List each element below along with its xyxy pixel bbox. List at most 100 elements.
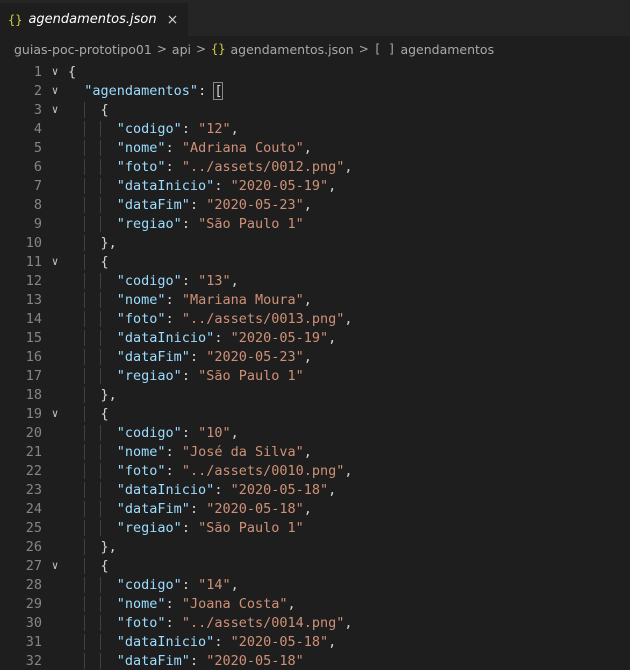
code-line[interactable]: 8 "dataFim": "2020-05-23", bbox=[0, 195, 630, 214]
breadcrumb-item-folder[interactable]: guias-poc-prototipo01 bbox=[14, 42, 152, 57]
json-punctuation: , bbox=[328, 633, 337, 650]
json-punctuation: , bbox=[303, 500, 312, 517]
json-key: "foto" bbox=[116, 158, 166, 175]
code-text: "dataFim": "2020-05-23", bbox=[68, 348, 312, 365]
fold-chevron-icon[interactable]: ∨ bbox=[42, 84, 68, 97]
json-punctuation: : bbox=[165, 139, 182, 156]
tab-agendamentos-json[interactable]: {} agendamentos.json × bbox=[0, 3, 189, 36]
code-line[interactable]: 27 ∨ { bbox=[0, 556, 630, 575]
indent-guide bbox=[84, 215, 86, 232]
json-punctuation: , bbox=[303, 291, 312, 308]
json-file-icon: {} bbox=[8, 12, 23, 27]
code-line[interactable]: 5 "nome": "Adriana Couto", bbox=[0, 138, 630, 157]
indent-guide bbox=[100, 633, 102, 650]
json-file-icon: {} bbox=[211, 42, 226, 56]
json-punctuation: , bbox=[344, 614, 353, 631]
code-text: }, bbox=[68, 234, 117, 251]
code-line[interactable]: 22 "foto": "../assets/0010.png", bbox=[0, 461, 630, 480]
json-punctuation: , bbox=[303, 348, 312, 365]
code-text: "foto": "../assets/0013.png", bbox=[68, 310, 353, 327]
json-string: "12" bbox=[198, 120, 231, 137]
close-icon[interactable]: × bbox=[167, 12, 179, 28]
code-line[interactable]: 2 ∨ "agendamentos": [ bbox=[0, 81, 630, 100]
code-line[interactable]: 6 "foto": "../assets/0012.png", bbox=[0, 157, 630, 176]
code-line[interactable]: 24 "dataFim": "2020-05-18", bbox=[0, 499, 630, 518]
code-line[interactable]: 11 ∨ { bbox=[0, 252, 630, 271]
fold-chevron-icon[interactable]: ∨ bbox=[42, 103, 68, 116]
fold-chevron-icon[interactable]: ∨ bbox=[42, 407, 68, 420]
indent-guide bbox=[84, 272, 86, 289]
code-line[interactable]: 20 "codigo": "10", bbox=[0, 423, 630, 442]
line-number: 8 bbox=[33, 196, 42, 213]
indent-guide bbox=[100, 348, 102, 365]
indent-guide bbox=[84, 614, 86, 631]
code-line[interactable]: 12 "codigo": "13", bbox=[0, 271, 630, 290]
json-key: "regiao" bbox=[116, 519, 182, 536]
json-punctuation: , bbox=[230, 120, 239, 137]
code-text: "foto": "../assets/0014.png", bbox=[68, 614, 353, 631]
code-line[interactable]: 9 "regiao": "São Paulo 1" bbox=[0, 214, 630, 233]
code-line[interactable]: 13 "nome": "Mariana Moura", bbox=[0, 290, 630, 309]
code-line[interactable]: 30 "foto": "../assets/0014.png", bbox=[0, 613, 630, 632]
code-text: { bbox=[68, 557, 109, 574]
code-text: "nome": "Mariana Moura", bbox=[68, 291, 312, 308]
json-key: "regiao" bbox=[116, 367, 182, 384]
code-line[interactable]: 4 "codigo": "12", bbox=[0, 119, 630, 138]
code-line[interactable]: 19 ∨ { bbox=[0, 404, 630, 423]
code-text: "foto": "../assets/0010.png", bbox=[68, 462, 353, 479]
line-number: 24 bbox=[25, 500, 42, 517]
json-string: "2020-05-18" bbox=[230, 633, 329, 650]
code-line[interactable]: 15 "dataInicio": "2020-05-19", bbox=[0, 328, 630, 347]
breadcrumb-item-symbol[interactable]: agendamentos bbox=[400, 42, 494, 57]
code-line[interactable]: 31 "dataInicio": "2020-05-18", bbox=[0, 632, 630, 651]
line-number: 12 bbox=[25, 272, 42, 289]
json-string: "2020-05-23" bbox=[206, 348, 304, 365]
json-punctuation: : bbox=[189, 348, 207, 365]
fold-chevron-icon[interactable]: ∨ bbox=[42, 255, 68, 268]
indent-guide bbox=[84, 158, 86, 175]
code-line[interactable]: 1 ∨{ bbox=[0, 62, 630, 81]
code-line[interactable]: 14 "foto": "../assets/0013.png", bbox=[0, 309, 630, 328]
indent-guide bbox=[100, 424, 102, 441]
indent-guide bbox=[84, 196, 86, 213]
indent-guide bbox=[100, 120, 102, 137]
code-line[interactable]: 26 }, bbox=[0, 537, 630, 556]
indent-guide bbox=[100, 139, 102, 156]
fold-chevron-icon[interactable]: ∨ bbox=[42, 559, 68, 572]
code-line[interactable]: 16 "dataFim": "2020-05-23", bbox=[0, 347, 630, 366]
code-text: "codigo": "14", bbox=[68, 576, 239, 593]
json-string: "../assets/0012.png" bbox=[181, 158, 345, 175]
json-key: "codigo" bbox=[116, 120, 182, 137]
line-number: 13 bbox=[25, 291, 42, 308]
code-line[interactable]: 28 "codigo": "14", bbox=[0, 575, 630, 594]
indent-guide bbox=[84, 120, 86, 137]
json-punctuation: { bbox=[100, 253, 109, 270]
json-key: "dataInicio" bbox=[116, 481, 215, 498]
code-line[interactable]: 7 "dataInicio": "2020-05-19", bbox=[0, 176, 630, 195]
indent-guide bbox=[84, 139, 86, 156]
code-line[interactable]: 10 }, bbox=[0, 233, 630, 252]
code-line[interactable]: 29 "nome": "Joana Costa", bbox=[0, 594, 630, 613]
code-line[interactable]: 3 ∨ { bbox=[0, 100, 630, 119]
code-line[interactable]: 32 "dataFim": "2020-05-18" bbox=[0, 651, 630, 670]
json-punctuation: : bbox=[181, 424, 199, 441]
breadcrumb-item-api[interactable]: api bbox=[172, 42, 191, 57]
code-line[interactable]: 18 }, bbox=[0, 385, 630, 404]
indent-guide bbox=[100, 595, 102, 612]
breadcrumb-item-file[interactable]: agendamentos.json bbox=[231, 42, 354, 57]
json-key: "dataInicio" bbox=[116, 177, 215, 194]
code-line[interactable]: 17 "regiao": "São Paulo 1" bbox=[0, 366, 630, 385]
code-line[interactable]: 23 "dataInicio": "2020-05-18", bbox=[0, 480, 630, 499]
code-text: }, bbox=[68, 538, 117, 555]
fold-chevron-icon[interactable]: ∨ bbox=[42, 65, 68, 78]
code-line[interactable]: 25 "regiao": "São Paulo 1" bbox=[0, 518, 630, 537]
code-line[interactable]: 21 "nome": "José da Silva", bbox=[0, 442, 630, 461]
indent-guide bbox=[84, 462, 86, 479]
json-punctuation: : bbox=[181, 519, 199, 536]
code-text: "nome": "José da Silva", bbox=[68, 443, 312, 460]
code-text: "nome": "Adriana Couto", bbox=[68, 139, 312, 156]
code-text: "dataInicio": "2020-05-19", bbox=[68, 329, 336, 346]
indent-guide bbox=[84, 500, 86, 517]
json-string: "2020-05-19" bbox=[230, 329, 329, 346]
code-editor[interactable]: 1 ∨{2 ∨ "agendamentos": [3 ∨ {4 "codigo": "… bbox=[0, 62, 630, 670]
